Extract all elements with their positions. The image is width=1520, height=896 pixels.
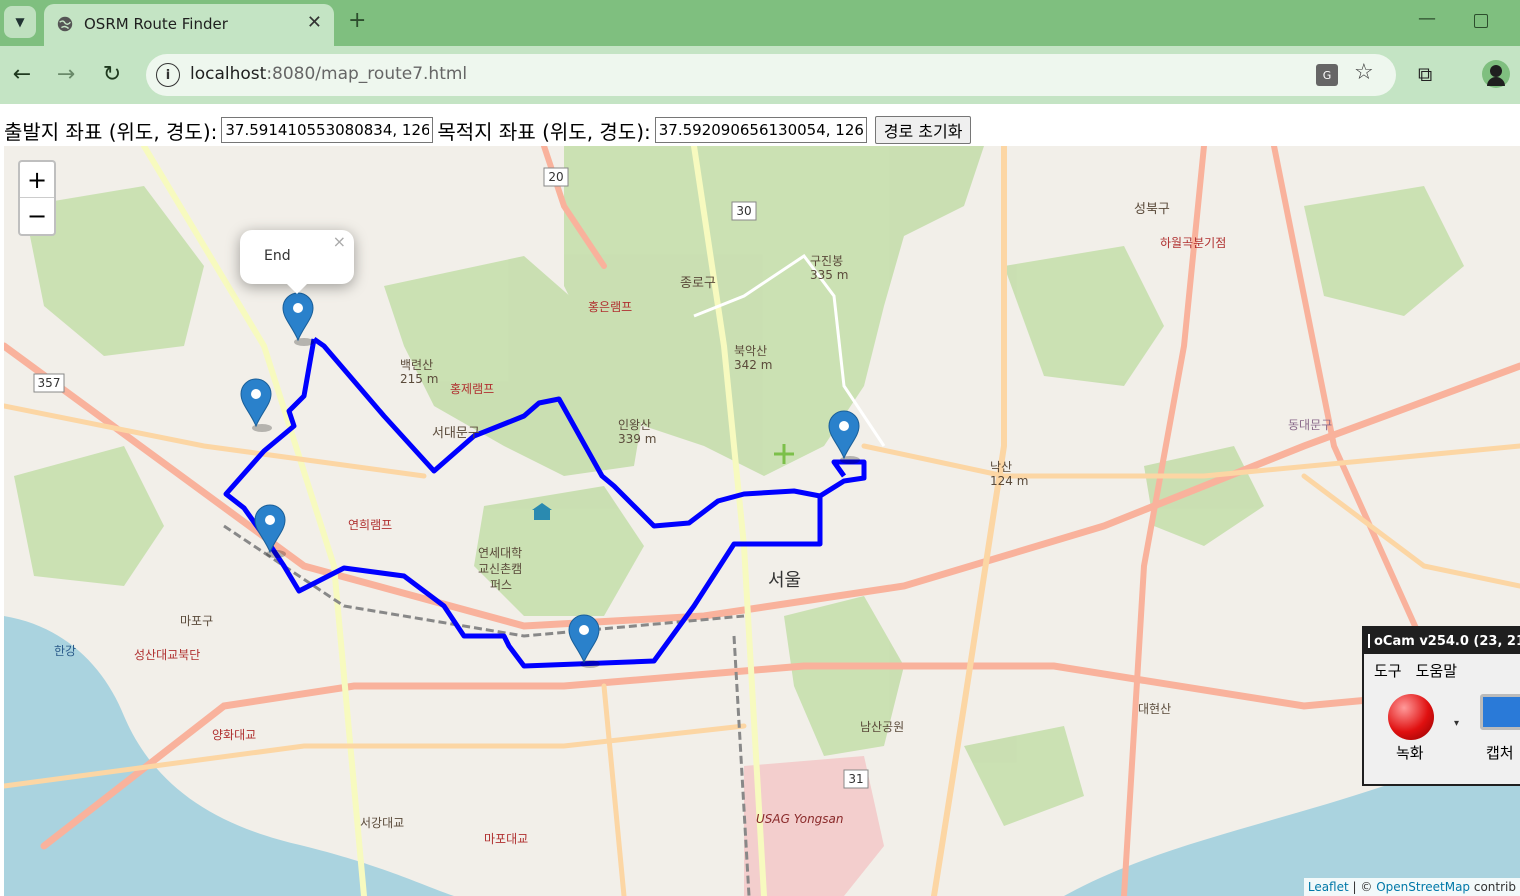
tab-close-icon[interactable]: ✕ — [307, 12, 322, 33]
end-popup: End × — [240, 230, 354, 294]
label-mapo: 마포구 — [180, 614, 214, 628]
browser-tab-bar: ▼ OSRM Route Finder ✕ + — — [0, 0, 1520, 46]
map-container[interactable]: 20 30 357 31 서울 서대문구 종로구 성북구 인왕산 339 m 북… — [4, 146, 1520, 896]
popup-tip — [285, 282, 309, 294]
ocam-menu-tools[interactable]: 도구 — [1374, 660, 1402, 681]
label-seodaemun: 서대문구 — [432, 426, 480, 441]
label-hangang: 한강 — [54, 644, 77, 658]
back-arrow-icon[interactable]: ← — [8, 60, 36, 88]
route-20-shield: 20 — [548, 170, 563, 184]
label-naksan-height: 124 m — [990, 474, 1029, 488]
reset-route-button[interactable]: 경로 초기화 — [874, 116, 972, 144]
ocam-logo-icon — [1368, 634, 1370, 648]
route-30-shield: 30 — [736, 204, 751, 218]
label-yonsei-3: 퍼스 — [490, 578, 513, 592]
label-gujibong: 구진봉 — [810, 254, 844, 268]
label-seogang-bridge: 서강대교 — [360, 816, 405, 830]
route-31-shield: 31 — [848, 772, 863, 786]
label-bugaksan-height: 342 m — [734, 358, 773, 372]
url-text[interactable]: localhost:8080/map_route7.html — [190, 64, 467, 84]
label-naksan: 낙산 — [990, 460, 1013, 474]
label-jongno: 종로구 — [680, 276, 716, 291]
osm-link[interactable]: OpenStreetMap — [1376, 880, 1470, 894]
zoom-in-button[interactable]: + — [20, 162, 54, 198]
label-yanghwa-bridge: 양화대교 — [212, 728, 257, 742]
ocam-title: oCam v254.0 (23, 21 — [1374, 633, 1520, 649]
site-info-icon[interactable]: i — [156, 63, 180, 87]
label-seongsan-jc: 성산대교북단 — [134, 648, 201, 662]
maximize-icon[interactable] — [1474, 14, 1488, 28]
route-357-shield: 357 — [38, 376, 61, 390]
address-bar[interactable]: i localhost:8080/map_route7.html G ☆ — [146, 54, 1396, 96]
record-icon[interactable] — [1388, 694, 1434, 740]
destination-coordinates-input[interactable] — [654, 117, 867, 143]
url-path: :8080/map_route7.html — [266, 64, 468, 84]
record-label: 녹화 — [1396, 744, 1424, 762]
tab-search-chevron-icon[interactable]: ▼ — [4, 6, 36, 38]
end-marker-icon — [282, 292, 314, 346]
label-seoul: 서울 — [768, 570, 802, 591]
ocam-menu-help[interactable]: 도움말 — [1416, 660, 1457, 681]
label-baekryeonsan: 백련산 — [400, 358, 434, 372]
label-bugaksan: 북악산 — [734, 344, 768, 358]
label-hongeun-ramp: 홍은램프 — [588, 300, 633, 314]
label-namsan: 남산공원 — [860, 720, 905, 734]
attribution-tail: contrib — [1470, 880, 1516, 894]
label-daehyunsan: 대현산 — [1138, 702, 1172, 716]
label-yonsei: 연세대학 — [478, 546, 523, 560]
ocam-window: oCam v254.0 (23, 21 도구 도움말 ▾ 녹화 캡처 — [1362, 626, 1520, 786]
destination-label: 목적지 좌표 (위도, 경도): — [437, 119, 651, 144]
label-usag-yongsan: USAG Yongsan — [756, 812, 844, 826]
label-hajiwol-jc: 하월곡분기점 — [1160, 236, 1227, 250]
waypoint-marker-icon — [568, 614, 600, 668]
start-label: 출발지 좌표 (위도, 경도): — [4, 119, 218, 144]
reload-icon[interactable]: ↻ — [98, 60, 126, 88]
url-host: localhost — [190, 64, 267, 84]
popup-close-icon[interactable]: × — [333, 232, 346, 251]
ocam-titlebar[interactable]: oCam v254.0 (23, 21 — [1364, 628, 1520, 654]
label-seongbuk: 성북구 — [1134, 202, 1170, 217]
popup-text: End — [264, 248, 291, 264]
ocam-menu: 도구 도움말 — [1364, 654, 1520, 687]
label-dongdaemun: 동대문구 — [1288, 418, 1333, 432]
waypoint-marker-icon — [240, 378, 272, 432]
map-attribution: Leaflet | © OpenStreetMap contrib — [1303, 878, 1520, 896]
label-yeonhui-ramp: 연희램프 — [348, 518, 393, 532]
capture-label: 캡처 — [1486, 744, 1514, 762]
capture-monitor-icon[interactable] — [1480, 694, 1520, 730]
start-marker-icon — [828, 410, 860, 464]
label-hongje-ramp: 홍제램프 — [450, 382, 495, 396]
tab-title: OSRM Route Finder — [84, 15, 228, 33]
label-inwangsan: 인왕산 — [618, 418, 652, 432]
profile-avatar-icon[interactable] — [1482, 60, 1510, 88]
globe-icon — [57, 16, 73, 32]
browser-toolbar: ← → ↻ i localhost:8080/map_route7.html G… — [0, 46, 1520, 104]
label-mapo-bridge: 마포대교 — [484, 832, 529, 846]
label-yonsei-2: 교신촌캠 — [478, 562, 523, 576]
bookmark-star-icon[interactable]: ☆ — [1354, 60, 1374, 85]
zoom-out-button[interactable]: − — [20, 198, 54, 234]
attribution-separator: | © — [1348, 880, 1377, 894]
start-coordinates-input[interactable] — [221, 117, 434, 143]
extensions-puzzle-icon[interactable]: ⧉ — [1418, 62, 1432, 86]
minimize-icon[interactable]: — — [1418, 8, 1436, 29]
chevron-down-icon[interactable]: ▾ — [1454, 718, 1459, 729]
label-inwangsan-height: 339 m — [618, 432, 657, 446]
label-baekryeonsan-height: 215 m — [400, 372, 439, 386]
forward-arrow-icon[interactable]: → — [52, 60, 80, 88]
map-tiles: 20 30 357 31 — [4, 146, 1520, 896]
leaflet-link[interactable]: Leaflet — [1308, 880, 1349, 894]
label-gujibong-height: 335 m — [810, 268, 849, 282]
translate-icon[interactable]: G — [1316, 64, 1338, 86]
route-controls: 출발지 좌표 (위도, 경도): 목적지 좌표 (위도, 경도): 경로 초기화 — [4, 114, 972, 146]
zoom-control: + − — [18, 160, 56, 236]
browser-tab[interactable]: OSRM Route Finder ✕ — [44, 4, 334, 46]
new-tab-icon[interactable]: + — [348, 8, 366, 33]
